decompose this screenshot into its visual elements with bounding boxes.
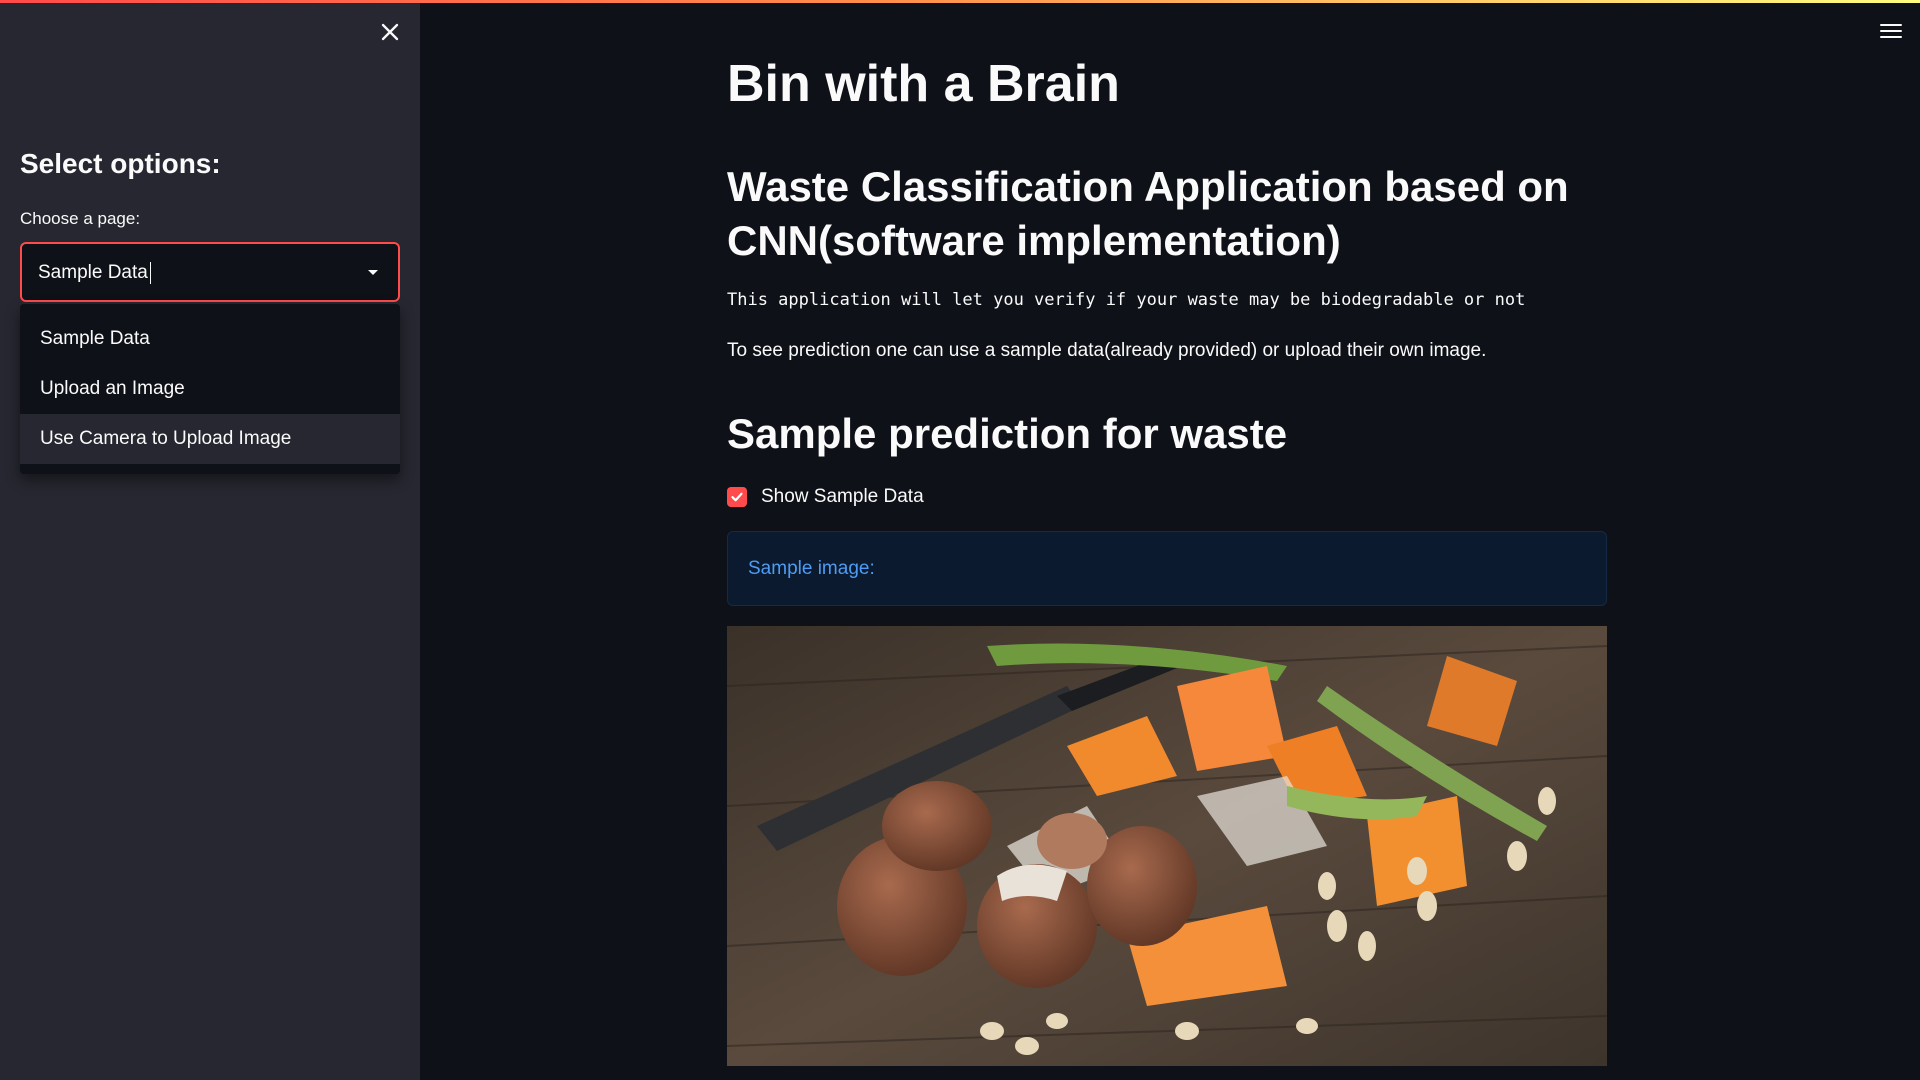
page-select[interactable]: Sample Data (20, 242, 400, 302)
dropdown-option-upload-image[interactable]: Upload an Image (20, 364, 400, 414)
select-label: Choose a page: (20, 209, 141, 228)
sidebar-title: Select options: (20, 148, 221, 179)
checkbox-checked[interactable] (727, 487, 747, 507)
hamburger-menu-icon[interactable] (1880, 24, 1902, 40)
info-box: Sample image: (727, 531, 1607, 606)
dropdown-option-sample-data[interactable]: Sample Data (20, 314, 400, 364)
checkmark-icon (731, 492, 743, 502)
page-select-dropdown: Sample Data Upload an Image Use Camera t… (20, 304, 400, 474)
page-title: Bin with a Brain (727, 55, 1120, 113)
top-decoration-stripe (0, 0, 1920, 3)
description-text: This application will let you verify if … (727, 290, 1526, 310)
section-title: Sample prediction for waste (727, 410, 1288, 457)
dropdown-option-use-camera[interactable]: Use Camera to Upload Image (20, 414, 400, 464)
sidebar: Select options: Choose a page: Sample Da… (0, 0, 420, 1080)
close-icon[interactable] (376, 18, 404, 46)
show-sample-data-checkbox[interactable]: Show Sample Data (727, 484, 924, 510)
main-content: Bin with a Brain Waste Classification Ap… (727, 0, 1607, 1080)
page-subtitle: Waste Classification Application based o… (727, 163, 1569, 264)
page-select-value[interactable]: Sample Data (38, 262, 151, 284)
instructions-paragraph: To see prediction one can use a sample d… (727, 340, 1487, 361)
info-box-text: Sample image: (748, 558, 875, 579)
sample-waste-image (727, 626, 1607, 1066)
chevron-down-icon[interactable] (368, 270, 378, 275)
checkbox-label: Show Sample Data (761, 486, 924, 507)
